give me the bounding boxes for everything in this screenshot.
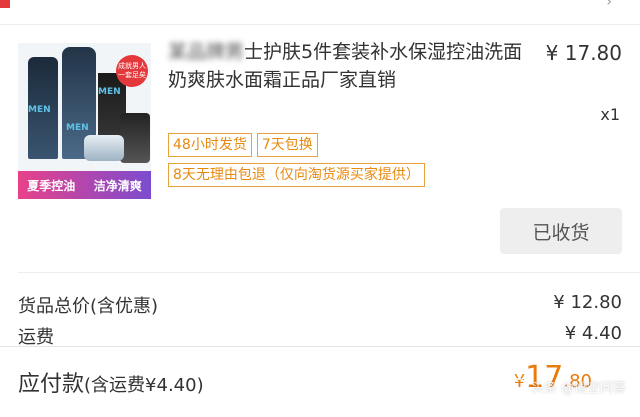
divider	[0, 346, 640, 347]
brand-label: MEN	[28, 105, 51, 115]
shipping-label: 运费	[18, 327, 54, 348]
product-jar-image	[84, 135, 124, 161]
shipping-value: ¥ 4.40	[564, 323, 622, 344]
service-tags: 48小时发货 7天包换 8天无理由包退（仅向淘货源买家提供）	[168, 133, 430, 193]
order-item[interactable]: MEN MEN MEN 成就男人一套足矣 夏季控油 洁净清爽 某品牌男士护肤5件…	[0, 25, 640, 277]
product-title-blurred: 某品牌男	[168, 41, 245, 63]
payment-label-main: 应付款	[18, 372, 85, 397]
service-tag: 48小时发货	[168, 133, 252, 157]
goods-total-row: 货品总价(含优惠) ¥ 12.80	[18, 292, 622, 318]
product-quantity: x1	[600, 105, 620, 124]
service-tag: 8天无理由包退（仅向淘货源买家提供）	[168, 163, 425, 187]
store-icon	[0, 0, 10, 8]
chevron-right-icon[interactable]: ›	[606, 0, 612, 10]
product-jar-image	[120, 113, 150, 163]
watermark: 头条 @悟空问答	[508, 377, 626, 396]
brand-label: MEN	[66, 123, 89, 133]
received-button[interactable]: 已收货	[500, 208, 622, 254]
service-tag: 7天包换	[256, 133, 318, 157]
product-title[interactable]: 某品牌男士护肤5件套装补水保湿控油洗面奶爽肤水面霜正品厂家直销	[168, 38, 528, 94]
promo-badge: 成就男人一套足矣	[116, 55, 148, 87]
brand-label: MEN	[98, 87, 121, 97]
product-thumbnail[interactable]: MEN MEN MEN 成就男人一套足矣 夏季控油 洁净清爽	[18, 43, 151, 199]
payment-label-sub: (含运费¥4.40)	[84, 375, 204, 396]
banner-text: 洁净清爽	[93, 178, 142, 193]
product-banner: 夏季控油 洁净清爽	[18, 171, 151, 199]
watermark-text: 头条 @悟空问答	[530, 381, 626, 396]
product-price: ¥ 17.80	[545, 41, 622, 65]
watermark-logo-icon	[508, 377, 527, 396]
goods-total-label: 货品总价(含优惠)	[18, 296, 159, 317]
divider	[18, 272, 640, 273]
goods-total-value: ¥ 12.80	[553, 292, 622, 313]
banner-text: 夏季控油	[27, 178, 76, 193]
payment-label: 应付款(含运费¥4.40)	[18, 366, 204, 398]
top-strip: ›	[0, 0, 640, 25]
